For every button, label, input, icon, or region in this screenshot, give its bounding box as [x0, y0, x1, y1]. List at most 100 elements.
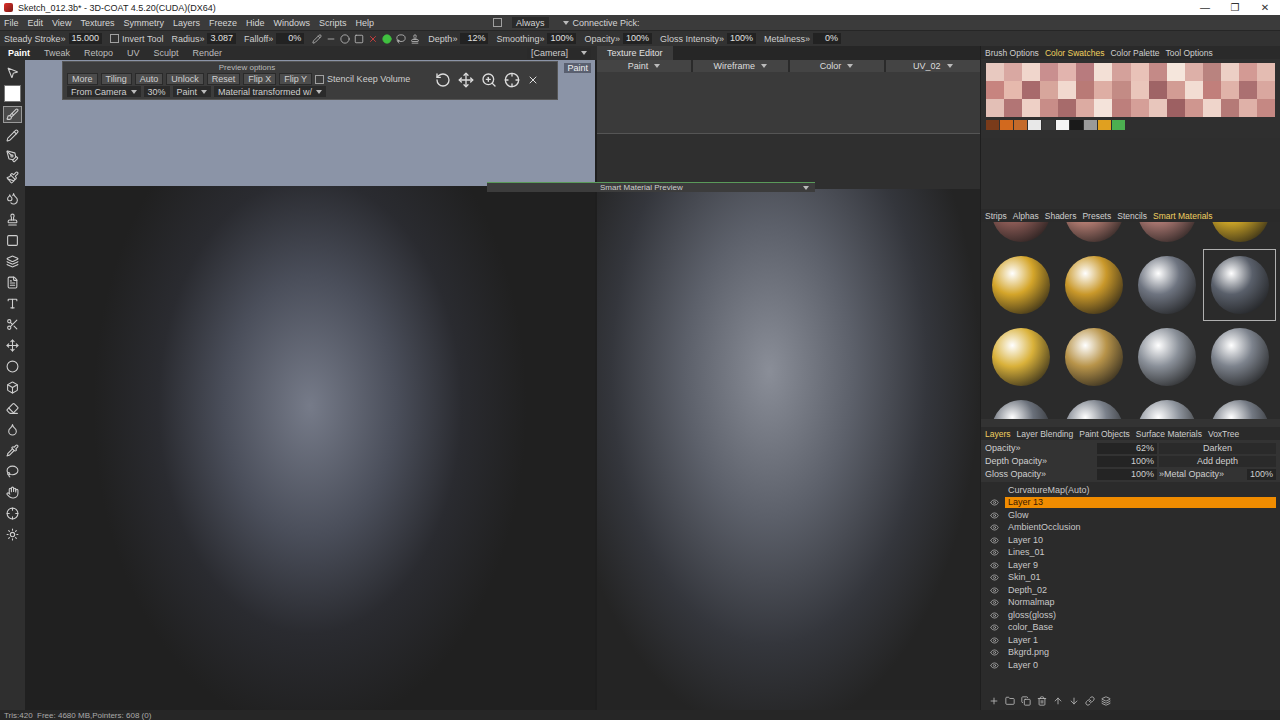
color-swatch[interactable]: [1257, 63, 1275, 81]
property-value[interactable]: 100%: [1097, 469, 1157, 480]
room-tab[interactable]: UV: [127, 48, 140, 58]
menu-item[interactable]: Textures: [80, 18, 114, 28]
color-swatch[interactable]: [1058, 81, 1076, 99]
tool-button[interactable]: [3, 505, 22, 522]
tool-button[interactable]: [3, 211, 22, 228]
color-swatch[interactable]: [1084, 120, 1097, 130]
panel-tab[interactable]: Color Palette: [1110, 48, 1159, 58]
stamp-icon[interactable]: [410, 34, 420, 44]
color-swatch[interactable]: [1004, 81, 1022, 99]
pan-icon[interactable]: [504, 72, 520, 88]
menu-item[interactable]: Hide: [246, 18, 265, 28]
param-value[interactable]: 3.087: [207, 33, 236, 44]
panel-tab[interactable]: Presets: [1082, 211, 1111, 221]
color-swatch[interactable]: [1239, 81, 1257, 99]
color-swatch[interactable]: [1167, 63, 1185, 81]
model-render[interactable]: [25, 186, 595, 710]
color-swatch[interactable]: [1257, 99, 1275, 117]
layer-row[interactable]: Layer 0: [981, 659, 1280, 672]
tool-param[interactable]: Opacity»100%: [584, 33, 652, 44]
scale-field[interactable]: 30%: [144, 86, 170, 97]
visibility-toggle[interactable]: [989, 598, 999, 607]
connective-pick-dropdown[interactable]: Connective Pick:: [559, 17, 644, 28]
color-swatch[interactable]: [1076, 63, 1094, 81]
color-swatch[interactable]: [1000, 120, 1013, 130]
tool-button[interactable]: [3, 442, 22, 459]
tool-button[interactable]: [3, 64, 22, 81]
layer-action-icon[interactable]: [1101, 696, 1111, 706]
color-swatch[interactable]: [1028, 120, 1041, 130]
tool-button[interactable]: [3, 484, 22, 501]
param-value[interactable]: 12%: [460, 33, 488, 44]
visibility-toggle[interactable]: [989, 573, 999, 582]
clear-icon[interactable]: [368, 34, 378, 44]
menu-item[interactable]: Symmetry: [123, 18, 164, 28]
tool-param[interactable]: Steady Stroke»15.000: [4, 33, 102, 44]
material-item[interactable]: [985, 222, 1058, 249]
property-value[interactable]: 100%: [1247, 469, 1276, 480]
pen-icon[interactable]: [312, 34, 322, 44]
tool-button[interactable]: [3, 148, 22, 165]
tool-button[interactable]: [3, 190, 22, 207]
move-icon[interactable]: [458, 72, 474, 88]
checkbox[interactable]: [110, 34, 119, 43]
room-tab[interactable]: Tweak: [44, 48, 70, 58]
panel-tab[interactable]: Stencils: [1117, 211, 1147, 221]
color-swatch[interactable]: [1131, 63, 1149, 81]
material-item[interactable]: [1131, 393, 1204, 420]
zoom-icon[interactable]: [481, 72, 497, 88]
material-item[interactable]: [985, 321, 1058, 393]
color-swatch[interactable]: [1094, 99, 1112, 117]
color-swatch[interactable]: [1203, 81, 1221, 99]
color-swatch[interactable]: [1076, 99, 1094, 117]
layer-row[interactable]: Layer 10: [981, 534, 1280, 547]
layer-action-icon[interactable]: [1021, 696, 1031, 706]
color-swatch[interactable]: [1167, 81, 1185, 99]
smart-material-preview-bar[interactable]: Smart Material Preview: [487, 182, 815, 192]
material-item[interactable]: [1203, 249, 1276, 321]
layer-action-icon[interactable]: [1085, 696, 1095, 706]
color-swatch[interactable]: [1076, 81, 1094, 99]
preview-button[interactable]: Flip X: [243, 73, 276, 85]
blend-mode-dropdown[interactable]: Add depth: [1159, 456, 1276, 467]
material-item[interactable]: [1131, 321, 1204, 393]
tool-button[interactable]: [3, 169, 22, 186]
visibility-toggle[interactable]: [989, 511, 999, 520]
3d-viewport[interactable]: PaintPreview optionsMoreTilingAutoUnlock…: [25, 60, 597, 710]
color-swatch[interactable]: [1004, 99, 1022, 117]
lock-checkbox[interactable]: [493, 18, 502, 27]
visibility-toggle[interactable]: [989, 548, 999, 557]
layer-action-icon[interactable]: [1069, 696, 1079, 706]
panel-tab[interactable]: Layer Blending: [1017, 429, 1074, 439]
invert-tool-toggle[interactable]: Invert Tool: [110, 34, 163, 44]
color-swatch[interactable]: [986, 81, 1004, 99]
room-tab[interactable]: Render: [193, 48, 223, 58]
panel-tab[interactable]: Smart Materials: [1153, 211, 1213, 221]
keep-volume-checkbox[interactable]: [315, 75, 324, 84]
tool-button[interactable]: [3, 400, 22, 417]
tool-button[interactable]: [3, 358, 22, 375]
material-item[interactable]: [1058, 393, 1131, 420]
visibility-toggle[interactable]: [989, 561, 999, 570]
panel-tab[interactable]: VoxTree: [1208, 429, 1239, 439]
param-value[interactable]: 100%: [727, 33, 756, 44]
material-item[interactable]: [1131, 222, 1204, 249]
layer-row[interactable]: Layer 1: [981, 634, 1280, 647]
panel-tab[interactable]: Shaders: [1045, 211, 1077, 221]
color-swatch[interactable]: [1203, 63, 1221, 81]
tool-button[interactable]: [3, 295, 22, 312]
color-swatch[interactable]: [1094, 81, 1112, 99]
tool-button[interactable]: [3, 106, 22, 123]
color-swatch[interactable]: [1040, 81, 1058, 99]
color-swatch[interactable]: [1040, 63, 1058, 81]
menu-item[interactable]: View: [52, 18, 71, 28]
menu-item[interactable]: Layers: [173, 18, 200, 28]
menu-item[interactable]: Help: [355, 18, 374, 28]
texture-editor-field[interactable]: Paint: [597, 60, 691, 72]
texture-editor-field[interactable]: Color: [790, 60, 884, 72]
property-value[interactable]: 62%: [1097, 443, 1157, 454]
layer-action-icon[interactable]: [989, 696, 999, 706]
tool-button[interactable]: [3, 526, 22, 543]
panel-tab[interactable]: Brush Options: [985, 48, 1039, 58]
transform-dropdown[interactable]: Material transformed w/: [214, 86, 326, 97]
